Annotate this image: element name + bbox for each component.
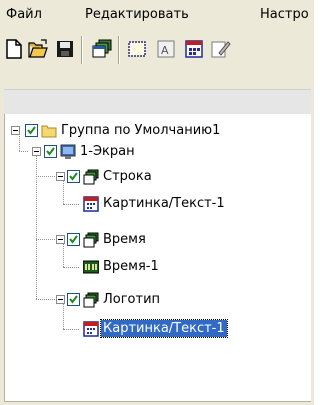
node-checkbox[interactable] <box>67 170 80 183</box>
tree-line <box>63 180 65 204</box>
folder-icon <box>41 123 57 139</box>
tree-line <box>19 134 21 151</box>
collapse-toggle[interactable] <box>56 172 65 181</box>
edit-icon[interactable] <box>209 38 231 60</box>
calendar-icon[interactable] <box>183 38 205 60</box>
monitor-icon <box>60 144 76 160</box>
tree-view: Группа по Умолчанию1 1-Экран Строка Карт… <box>4 114 311 402</box>
tree-item-root[interactable]: Группа по Умолчанию1 <box>59 122 222 139</box>
tree-line <box>36 176 55 178</box>
menu-bar: Файл Редактировать Настро <box>0 0 314 31</box>
tree-item-time-1[interactable]: Время-1 <box>101 258 161 275</box>
tree-line <box>63 243 65 267</box>
picture-text-icon <box>83 196 99 212</box>
menu-settings[interactable]: Настро <box>260 7 309 23</box>
new-icon[interactable] <box>3 38 25 60</box>
header-strip <box>4 89 311 115</box>
tree-item-logo[interactable]: Логотип <box>101 291 162 308</box>
tree-line <box>63 329 79 331</box>
tree-item-stroka[interactable]: Строка <box>101 168 154 185</box>
toolbar-separator <box>81 36 83 64</box>
menu-edit[interactable]: Редактировать <box>85 7 189 23</box>
clock-display-icon <box>82 259 100 275</box>
collapse-toggle[interactable] <box>11 126 20 135</box>
tree-line <box>36 239 55 241</box>
windows-stack-icon <box>83 292 99 308</box>
screen-windows-icon[interactable] <box>91 38 113 60</box>
svg-text:A: A <box>161 44 169 57</box>
save-icon[interactable] <box>54 38 76 60</box>
tree-line <box>63 267 79 269</box>
tree-line <box>36 299 55 301</box>
tree-item-picture-text-selected[interactable]: Картинка/Текст-1 <box>100 319 228 338</box>
open-folder-icon[interactable] <box>27 38 49 60</box>
tree-line <box>63 204 79 206</box>
root-checkbox[interactable] <box>25 124 38 137</box>
node-checkbox[interactable] <box>67 293 80 306</box>
app-window: Файл Редактировать Настро A Группа по Ум… <box>0 0 314 405</box>
menu-file[interactable]: Файл <box>6 7 42 23</box>
tree-line <box>19 151 28 153</box>
tree-item-time[interactable]: Время <box>101 231 148 248</box>
tree-item-picture-text[interactable]: Картинка/Текст-1 <box>101 195 227 212</box>
text-image-icon[interactable]: A <box>155 38 177 60</box>
collapse-toggle[interactable] <box>56 235 65 244</box>
picture-text-icon <box>83 321 99 337</box>
tree-item-screen[interactable]: 1-Экран <box>78 143 137 160</box>
collapse-toggle[interactable] <box>56 295 65 304</box>
node-checkbox[interactable] <box>67 233 80 246</box>
toolbar-separator <box>118 36 120 64</box>
screen-checkbox[interactable] <box>44 145 57 158</box>
frame-icon[interactable] <box>126 38 148 60</box>
windows-stack-icon <box>83 169 99 185</box>
windows-stack-icon <box>83 232 99 248</box>
tree-line <box>63 303 65 329</box>
toolbar: A <box>0 31 314 69</box>
collapse-toggle[interactable] <box>32 147 41 156</box>
